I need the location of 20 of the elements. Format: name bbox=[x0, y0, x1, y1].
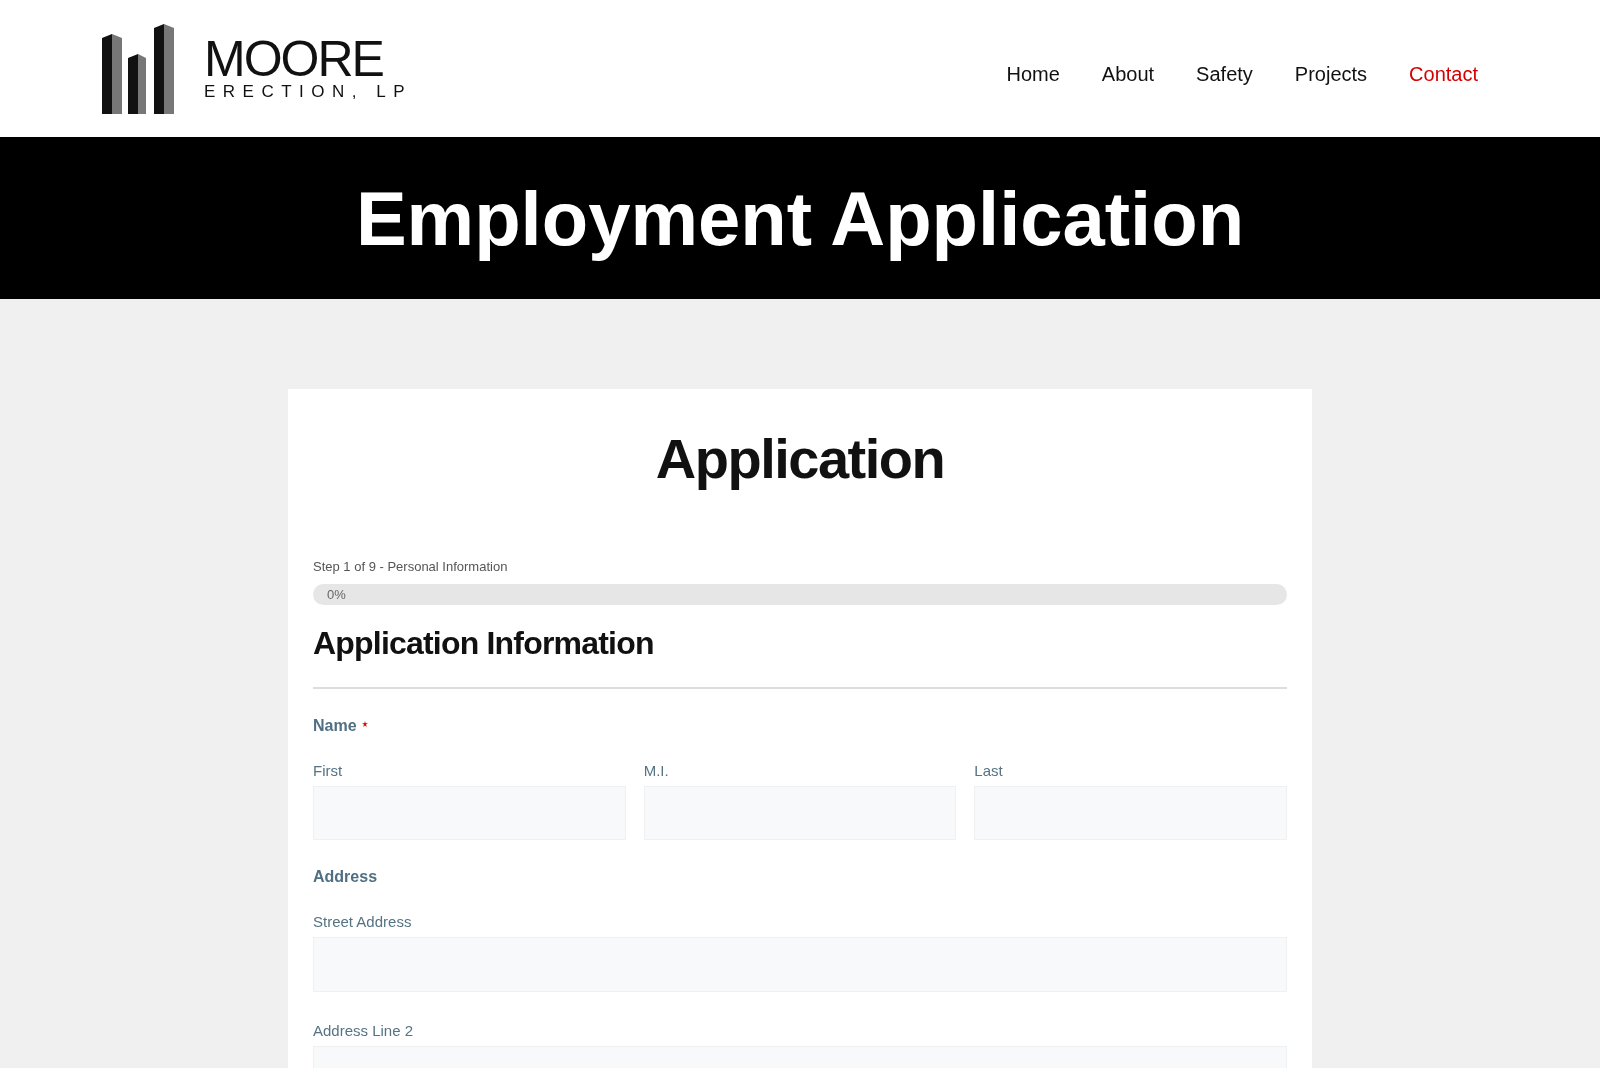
group-label: Address bbox=[313, 868, 378, 886]
nav-link[interactable]: Projects bbox=[1294, 63, 1368, 86]
progress-percent: 0% bbox=[327, 587, 346, 602]
buildings-logo-icon bbox=[102, 23, 174, 114]
field-label: First bbox=[313, 762, 343, 779]
nav-link[interactable]: Safety bbox=[1196, 63, 1253, 86]
form-title: Application bbox=[654, 427, 946, 491]
field-label: Last bbox=[974, 762, 1003, 779]
logo-subtitle: ERECTION, LP bbox=[204, 82, 413, 101]
field-label: Street Address bbox=[313, 913, 412, 930]
step-indicator: Step 1 of 9 - Personal Information bbox=[313, 559, 508, 574]
field-label: Address Line 2 bbox=[313, 1022, 414, 1039]
field-label: M.I. bbox=[643, 762, 669, 779]
page-title: Employment Application bbox=[355, 174, 1245, 262]
nav-link[interactable]: About bbox=[1101, 63, 1155, 86]
nav-link[interactable]: Contact bbox=[1409, 63, 1478, 86]
nav-link[interactable]: Home bbox=[1006, 63, 1060, 86]
group-label: Name bbox=[313, 717, 368, 735]
logo-name: MOORE bbox=[204, 36, 383, 81]
section-heading: Application Information bbox=[313, 624, 655, 663]
